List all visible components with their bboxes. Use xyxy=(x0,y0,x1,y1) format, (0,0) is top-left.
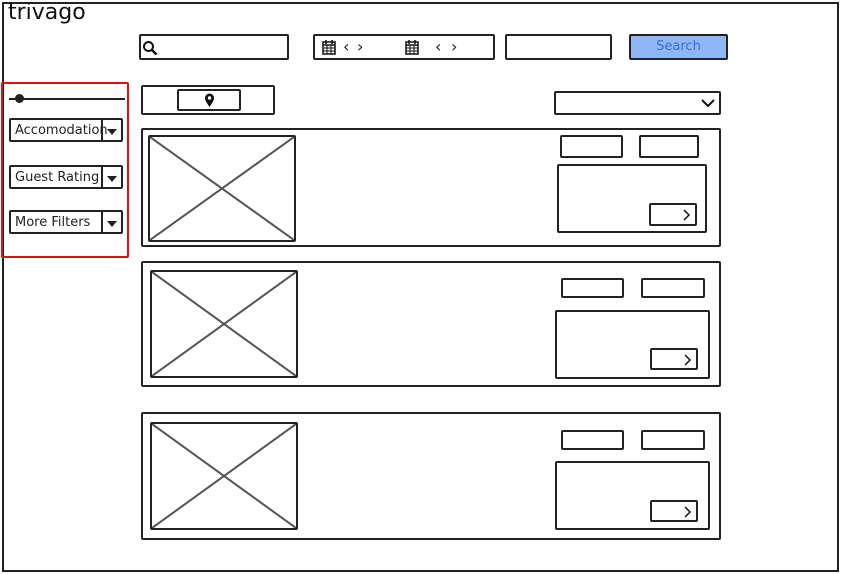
view-deal-button[interactable] xyxy=(649,203,697,226)
accomodation-dropdown[interactable]: Accomodation xyxy=(9,118,123,142)
map-button[interactable] xyxy=(177,89,241,111)
result-card[interactable] xyxy=(141,412,721,540)
search-button[interactable]: Search xyxy=(629,34,728,60)
chevron-right-icon xyxy=(684,506,692,518)
rating-tag xyxy=(641,278,705,298)
date-range-picker[interactable]: ‹ › ‹ › xyxy=(313,34,495,60)
map-pin-icon xyxy=(204,93,215,108)
checkin-prev-button[interactable]: ‹ xyxy=(343,37,349,56)
dropdown-arrow-icon[interactable] xyxy=(101,212,121,232)
image-placeholder-icon xyxy=(152,272,296,376)
map-toggle-container xyxy=(141,85,275,115)
price-tag xyxy=(561,430,624,450)
checkout-next-button[interactable]: › xyxy=(451,37,457,56)
view-deal-button[interactable] xyxy=(650,500,698,522)
checkout-prev-button[interactable]: ‹ xyxy=(435,37,441,56)
dropdown-label: Accomodation xyxy=(15,123,108,138)
filters-sidebar: Accomodation Guest Rating More Filters xyxy=(1,82,129,258)
hotel-image xyxy=(150,270,298,378)
sort-dropdown[interactable] xyxy=(554,91,721,115)
calendar-icon[interactable] xyxy=(405,40,419,55)
slider-track xyxy=(9,98,125,100)
price-tag xyxy=(560,135,623,158)
rating-tag xyxy=(639,135,699,158)
logo: trivago xyxy=(8,0,86,25)
image-placeholder-icon xyxy=(152,424,296,528)
price-slider[interactable] xyxy=(9,92,125,106)
search-input[interactable] xyxy=(139,34,289,60)
image-placeholder-icon xyxy=(150,137,294,240)
dropdown-arrow-icon[interactable] xyxy=(101,120,121,140)
deal-panel xyxy=(557,164,707,233)
checkin-next-button[interactable]: › xyxy=(357,37,363,56)
result-card[interactable] xyxy=(141,128,721,247)
chevron-down-icon xyxy=(701,99,715,108)
price-tag xyxy=(561,278,624,298)
guest-rating-dropdown[interactable]: Guest Rating xyxy=(9,165,123,189)
dropdown-label: Guest Rating xyxy=(15,170,100,185)
guests-field[interactable] xyxy=(505,34,612,60)
rating-tag xyxy=(641,430,705,450)
more-filters-dropdown[interactable]: More Filters xyxy=(9,210,123,234)
result-card[interactable] xyxy=(141,261,721,387)
hotel-image xyxy=(148,135,296,242)
hotel-image xyxy=(150,422,298,530)
search-field[interactable] xyxy=(161,38,285,58)
slider-handle[interactable] xyxy=(15,94,24,103)
deal-panel xyxy=(555,310,710,379)
search-icon xyxy=(142,40,158,56)
chevron-right-icon xyxy=(684,354,692,366)
deal-panel xyxy=(555,461,710,530)
dropdown-arrow-icon[interactable] xyxy=(101,167,121,187)
calendar-icon[interactable] xyxy=(322,40,336,55)
chevron-right-icon xyxy=(683,209,691,221)
dropdown-label: More Filters xyxy=(15,215,91,230)
view-deal-button[interactable] xyxy=(650,348,698,370)
